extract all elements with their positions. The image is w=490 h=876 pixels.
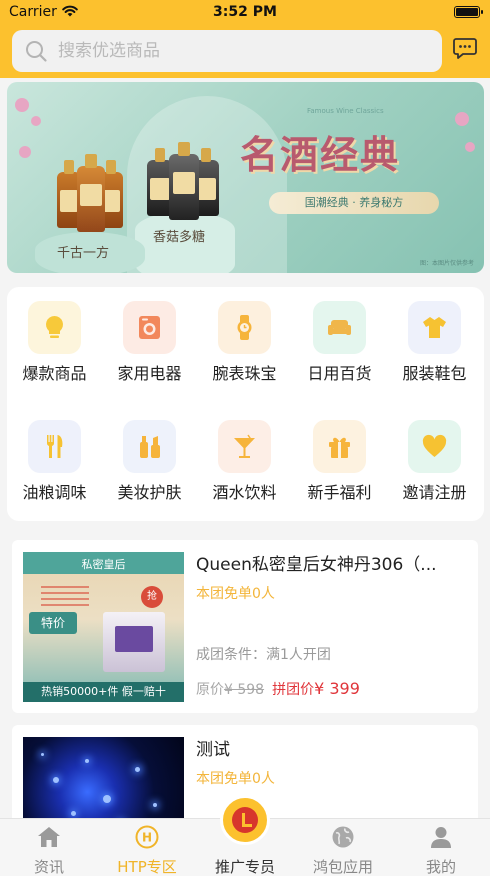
thumbnail-brand-text: 私密皇后 xyxy=(81,558,126,571)
message-icon[interactable] xyxy=(453,37,477,59)
category-grid: 爆款商品 家用电器 腕表珠宝 日用百货 服装鞋包 油粮调味 美妆护肤 酒水饮料 … xyxy=(7,287,484,521)
tab-label: 资讯 xyxy=(33,858,64,876)
category-item-hot[interactable]: 爆款商品 xyxy=(7,287,102,397)
category-item-daily[interactable]: 日用百货 xyxy=(292,287,387,397)
tab-label: 推广专员 xyxy=(214,858,275,876)
category-label: 新手福利 xyxy=(307,483,372,502)
group-price-label: 拼团价 xyxy=(272,682,315,698)
category-item-cosmetics[interactable]: 美妆护肤 xyxy=(102,406,197,516)
group-price: ¥ 399 xyxy=(314,679,360,698)
product-box-image xyxy=(103,612,165,672)
wine-bottle xyxy=(77,154,105,232)
category-item-grain-oil[interactable]: 油粮调味 xyxy=(7,406,102,516)
flower-decoration xyxy=(465,142,475,152)
category-label: 油粮调味 xyxy=(22,483,87,502)
cosmetics-icon xyxy=(123,420,176,473)
banner-label-right: 香菇多糖 xyxy=(153,230,206,245)
category-item-newcomer[interactable]: 新手福利 xyxy=(292,406,387,516)
tab-mine[interactable]: 我的 xyxy=(392,819,490,876)
globe-icon xyxy=(332,826,354,848)
product-condition: 成团条件：满1人开团 xyxy=(196,647,331,663)
washing-machine-icon xyxy=(123,301,176,354)
tab-bar: 资讯 H HTP专区 推广专员 鸿包应用 我的 xyxy=(0,795,490,876)
thumbnail-footer: 热销50000+件 假一赔十 xyxy=(23,682,184,702)
banner-subtitle: 国潮经典 · 养身秘方 xyxy=(269,192,439,214)
product-title: 测试 xyxy=(196,740,230,760)
cocktail-icon xyxy=(218,420,271,473)
banner-english-text: Famous Wine Classics xyxy=(307,107,384,115)
category-label: 爆款商品 xyxy=(22,364,87,383)
product-price-row: 原价¥ 598 拼团价¥ 399 xyxy=(196,679,360,699)
category-item-appliances[interactable]: 家用电器 xyxy=(102,287,197,397)
heart-icon xyxy=(408,420,461,473)
header: Carrier 3:52 PM xyxy=(0,0,490,78)
fork-knife-icon xyxy=(28,420,81,473)
promo-banner[interactable]: 千古一方 香菇多糖 Famous Wine Classics 名酒经典 国潮经典… xyxy=(7,82,484,273)
thumbnail-decoration xyxy=(41,586,89,606)
product-title: Queen私密皇后女神丹306（... xyxy=(196,555,437,575)
tab-promoter[interactable]: 推广专员 xyxy=(196,795,294,876)
battery-icon xyxy=(454,6,483,18)
status-time: 3:52 PM xyxy=(213,4,277,20)
flower-decoration xyxy=(19,146,31,158)
tab-label: HTP专区 xyxy=(117,858,177,876)
svg-text:H: H xyxy=(142,831,152,845)
category-label: 邀请注册 xyxy=(402,483,467,502)
product-thumbnail: 私密皇后 抢 特价 热销50000+件 假一赔十 xyxy=(23,552,184,702)
product-thumbnail xyxy=(23,737,184,825)
wine-bottle xyxy=(169,142,199,220)
category-label: 家用电器 xyxy=(117,364,182,383)
flower-decoration xyxy=(31,116,41,126)
flower-decoration xyxy=(455,112,469,126)
tab-label: 我的 xyxy=(425,858,456,876)
thumbnail-badge: 特价 xyxy=(29,612,77,634)
category-label: 日用百货 xyxy=(307,364,372,383)
category-label: 美妆护肤 xyxy=(117,483,182,502)
tab-label: 鸿包应用 xyxy=(312,858,373,876)
category-item-clothing[interactable]: 服装鞋包 xyxy=(387,287,482,397)
category-item-invite[interactable]: 邀请注册 xyxy=(387,406,482,516)
category-item-drinks[interactable]: 酒水饮料 xyxy=(197,406,292,516)
banner-label-left: 千古一方 xyxy=(57,246,110,261)
status-bar: Carrier 3:52 PM xyxy=(0,0,490,26)
banner-title: 名酒经典 xyxy=(240,132,401,177)
product-free-count: 本团免单0人 xyxy=(196,771,275,787)
search-bar[interactable] xyxy=(12,30,442,72)
shirt-icon xyxy=(408,301,461,354)
original-price: ¥ 598 xyxy=(224,682,265,698)
tab-htp-zone[interactable]: H HTP专区 xyxy=(98,819,196,876)
original-price-label: 原价 xyxy=(196,682,224,698)
search-icon xyxy=(26,41,47,62)
product-free-count: 本团免单0人 xyxy=(196,586,275,602)
product-card[interactable]: 私密皇后 抢 特价 热销50000+件 假一赔十 Queen私密皇后女神丹306… xyxy=(12,540,478,713)
category-label: 酒水饮料 xyxy=(212,483,277,502)
htp-zone-icon: H xyxy=(135,825,159,849)
category-item-watches[interactable]: 腕表珠宝 xyxy=(197,287,292,397)
sofa-icon xyxy=(313,301,366,354)
banner-note: 图：本图片仅供参考 xyxy=(419,260,474,267)
tab-apps[interactable]: 鸿包应用 xyxy=(294,819,392,876)
tab-news[interactable]: 资讯 xyxy=(0,819,98,876)
watch-icon xyxy=(218,301,271,354)
flower-decoration xyxy=(15,98,29,112)
thumbnail-seal: 抢 xyxy=(141,586,163,608)
search-input[interactable] xyxy=(58,30,428,72)
gift-icon xyxy=(313,420,366,473)
promoter-icon xyxy=(220,795,270,845)
home-icon xyxy=(38,827,60,847)
lightbulb-icon xyxy=(28,301,81,354)
category-label: 服装鞋包 xyxy=(402,364,467,383)
category-label: 腕表珠宝 xyxy=(212,364,277,383)
user-icon xyxy=(431,827,451,848)
